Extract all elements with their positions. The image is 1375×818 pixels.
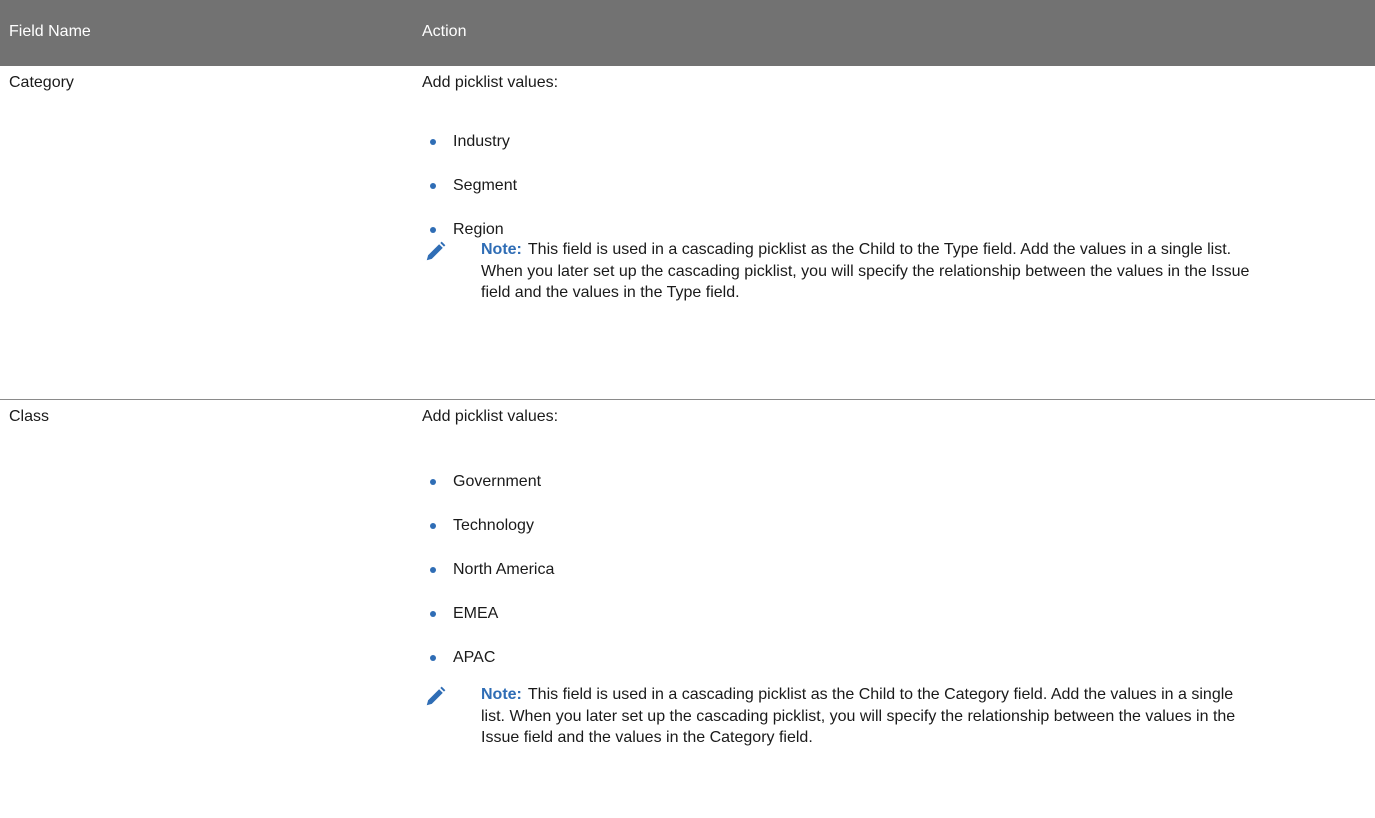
list-item: Government (430, 467, 554, 496)
table-row: Category Add picklist values: Industry S… (0, 66, 1375, 400)
header-field-name: Field Name (9, 23, 91, 40)
note-text-block: Note: This field is used in a cascading p… (481, 684, 1251, 749)
header-action: Action (422, 23, 467, 40)
list-item: Segment (430, 171, 517, 200)
table-header: Field Name Action (0, 0, 1375, 66)
field-name-cell: Category (9, 74, 74, 91)
bullet-dot (430, 139, 436, 145)
note-label: Note: (481, 686, 522, 703)
field-name-cell: Class (9, 408, 50, 425)
picklist-values-list: Government Technology North America EMEA… (430, 467, 554, 687)
bullet-dot (430, 655, 436, 661)
note-label: Note: (481, 241, 522, 258)
bullet-dot (430, 611, 436, 617)
picklist-value: Technology (453, 517, 534, 534)
bullet-dot (430, 523, 436, 529)
list-item: Industry (430, 127, 517, 156)
note-body: This field is used in a cascading pickli… (481, 241, 1250, 301)
picklist-value: APAC (453, 649, 496, 666)
pencil-icon (426, 686, 446, 706)
note-text-block: Note: This field is used in a cascading p… (481, 239, 1251, 304)
action-intro: Add picklist values: (422, 74, 559, 91)
list-item: Technology (430, 511, 554, 540)
picklist-value: Government (453, 473, 542, 490)
bullet-dot (430, 567, 436, 573)
picklist-value: EMEA (453, 605, 499, 622)
bullet-dot (430, 479, 436, 485)
table-row: Class Add picklist values: Government Te… (0, 400, 1375, 818)
picklist-table: Field Name Action Category Add picklist … (0, 0, 1375, 746)
action-intro: Add picklist values: (422, 408, 559, 425)
picklist-value: Industry (453, 133, 510, 150)
list-item: North America (430, 555, 554, 584)
bullet-dot (430, 227, 436, 233)
bullet-dot (430, 183, 436, 189)
picklist-value: Segment (453, 177, 518, 194)
list-item: EMEA (430, 599, 554, 628)
pencil-icon (426, 241, 446, 261)
note-body: This field is used in a cascading pickli… (481, 686, 1236, 746)
list-item: APAC (430, 643, 554, 672)
picklist-value: Region (453, 221, 504, 238)
picklist-value: North America (453, 561, 555, 578)
